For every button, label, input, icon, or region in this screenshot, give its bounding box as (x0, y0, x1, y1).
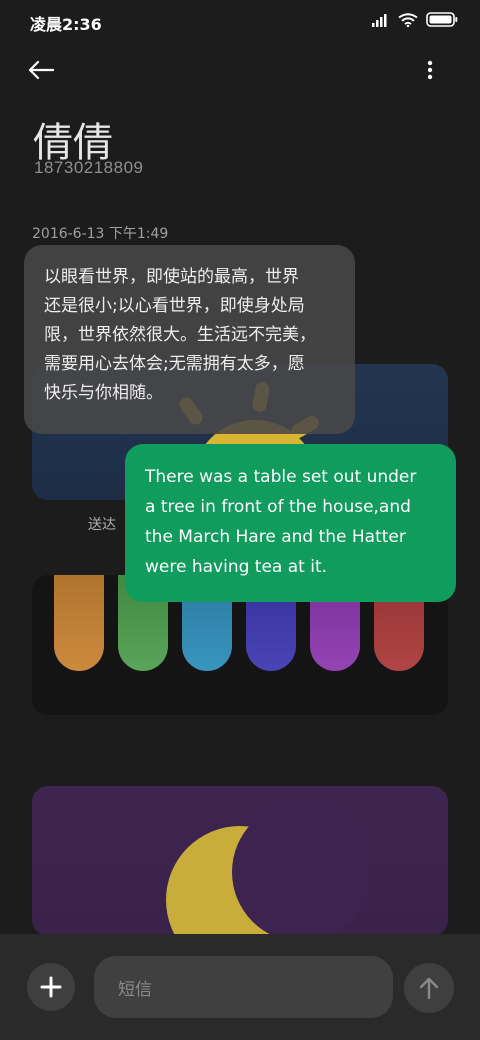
wifi-icon (398, 12, 418, 27)
send-arrow-icon (419, 977, 439, 1000)
incoming-message-bubble[interactable]: 以眼看世界，即使站的最高，世界 还是很小;以心看世界，即使身处局 限，世界依然很… (24, 245, 355, 434)
message-timestamp: 2016-6-13 下午1:49 (32, 226, 169, 242)
incoming-message-text: 以眼看世界，即使站的最高，世界 还是很小;以心看世界，即使身处局 限，世界依然很… (44, 263, 335, 408)
more-vert-icon (427, 60, 433, 80)
status-time: 凌晨2:36 (30, 15, 102, 34)
plus-icon (40, 976, 62, 998)
contact-number: 18730218809 (34, 158, 144, 177)
outgoing-message-bubble[interactable]: There was a table set out under a tree i… (125, 444, 456, 602)
back-arrow-icon (28, 60, 54, 80)
message-line: 还是很小;以心看世界，即使身处局 (44, 296, 305, 316)
battery-icon (426, 12, 458, 27)
add-attachment-button[interactable] (27, 963, 75, 1011)
outgoing-message-text: There was a table set out under a tree i… (145, 462, 438, 582)
status-icons (372, 12, 458, 27)
status-bar: 凌晨2:36 (0, 0, 480, 40)
signal-icon (372, 13, 387, 27)
message-line: a tree in front of the house,and (145, 497, 411, 517)
moon-shadow (232, 802, 372, 936)
message-line: 需要用心去体会;无需拥有太多，愿 (44, 354, 305, 374)
app-bar (0, 44, 480, 96)
message-line: the March Hare and the Hatter (145, 527, 406, 547)
more-options-button[interactable] (418, 54, 442, 86)
back-button[interactable] (28, 54, 72, 86)
message-line: There was a table set out under (145, 467, 417, 487)
message-line: 以眼看世界，即使站的最高，世界 (44, 267, 299, 287)
message-line: 限，世界依然很大。生活远不完美， (44, 325, 316, 345)
send-button[interactable] (404, 963, 454, 1013)
delivered-label: 送达 (88, 517, 116, 533)
tube-orange (54, 575, 104, 671)
message-input[interactable]: 短信 (94, 956, 393, 1018)
message-line: were having tea at it. (145, 557, 328, 577)
message-input-placeholder: 短信 (118, 979, 152, 1000)
moon-image-card (32, 786, 448, 936)
message-line: 快乐与你相随。 (44, 383, 163, 403)
